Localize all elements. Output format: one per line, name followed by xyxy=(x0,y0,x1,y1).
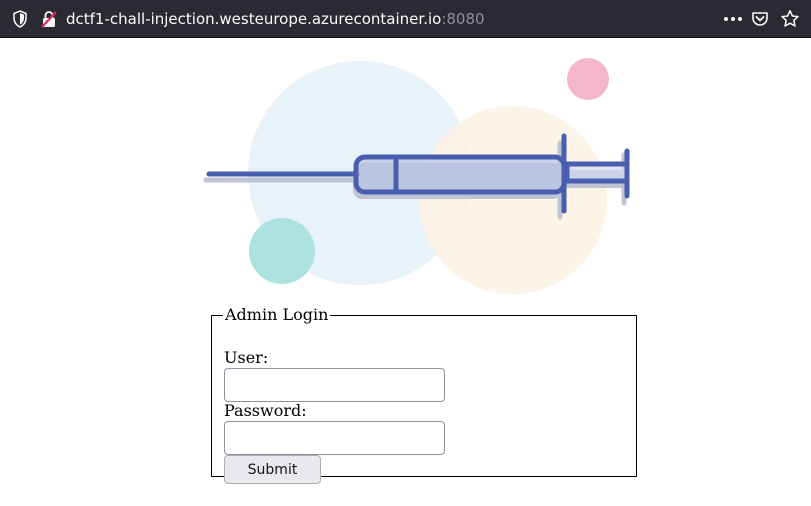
browser-url-bar: dctf1-chall-injection.westeurope.azureco… xyxy=(0,0,811,38)
address-field[interactable]: dctf1-chall-injection.westeurope.azureco… xyxy=(66,9,485,29)
hero-circle-teal xyxy=(249,218,315,284)
page-actions-menu-icon[interactable] xyxy=(722,12,744,26)
submit-button[interactable]: Submit xyxy=(224,455,321,484)
url-host: dctf1-chall-injection.westeurope.azureco… xyxy=(66,10,442,28)
user-label: User: xyxy=(224,348,269,367)
hero-circle-peach xyxy=(419,106,607,294)
password-label: Password: xyxy=(224,401,307,420)
pocket-icon[interactable] xyxy=(751,10,769,28)
bookmark-star-icon[interactable] xyxy=(780,9,800,29)
url-port: :8080 xyxy=(441,10,485,28)
password-input[interactable] xyxy=(224,421,445,455)
insecure-connection-icon[interactable] xyxy=(40,10,58,28)
shield-icon[interactable] xyxy=(12,10,28,28)
syringe-illustration xyxy=(203,58,630,294)
admin-login-fieldset: Admin Login User: Password: Submit xyxy=(211,305,637,484)
hero-circle-pink xyxy=(567,58,609,100)
admin-login-legend: Admin Login xyxy=(225,305,329,324)
user-input[interactable] xyxy=(224,368,445,402)
